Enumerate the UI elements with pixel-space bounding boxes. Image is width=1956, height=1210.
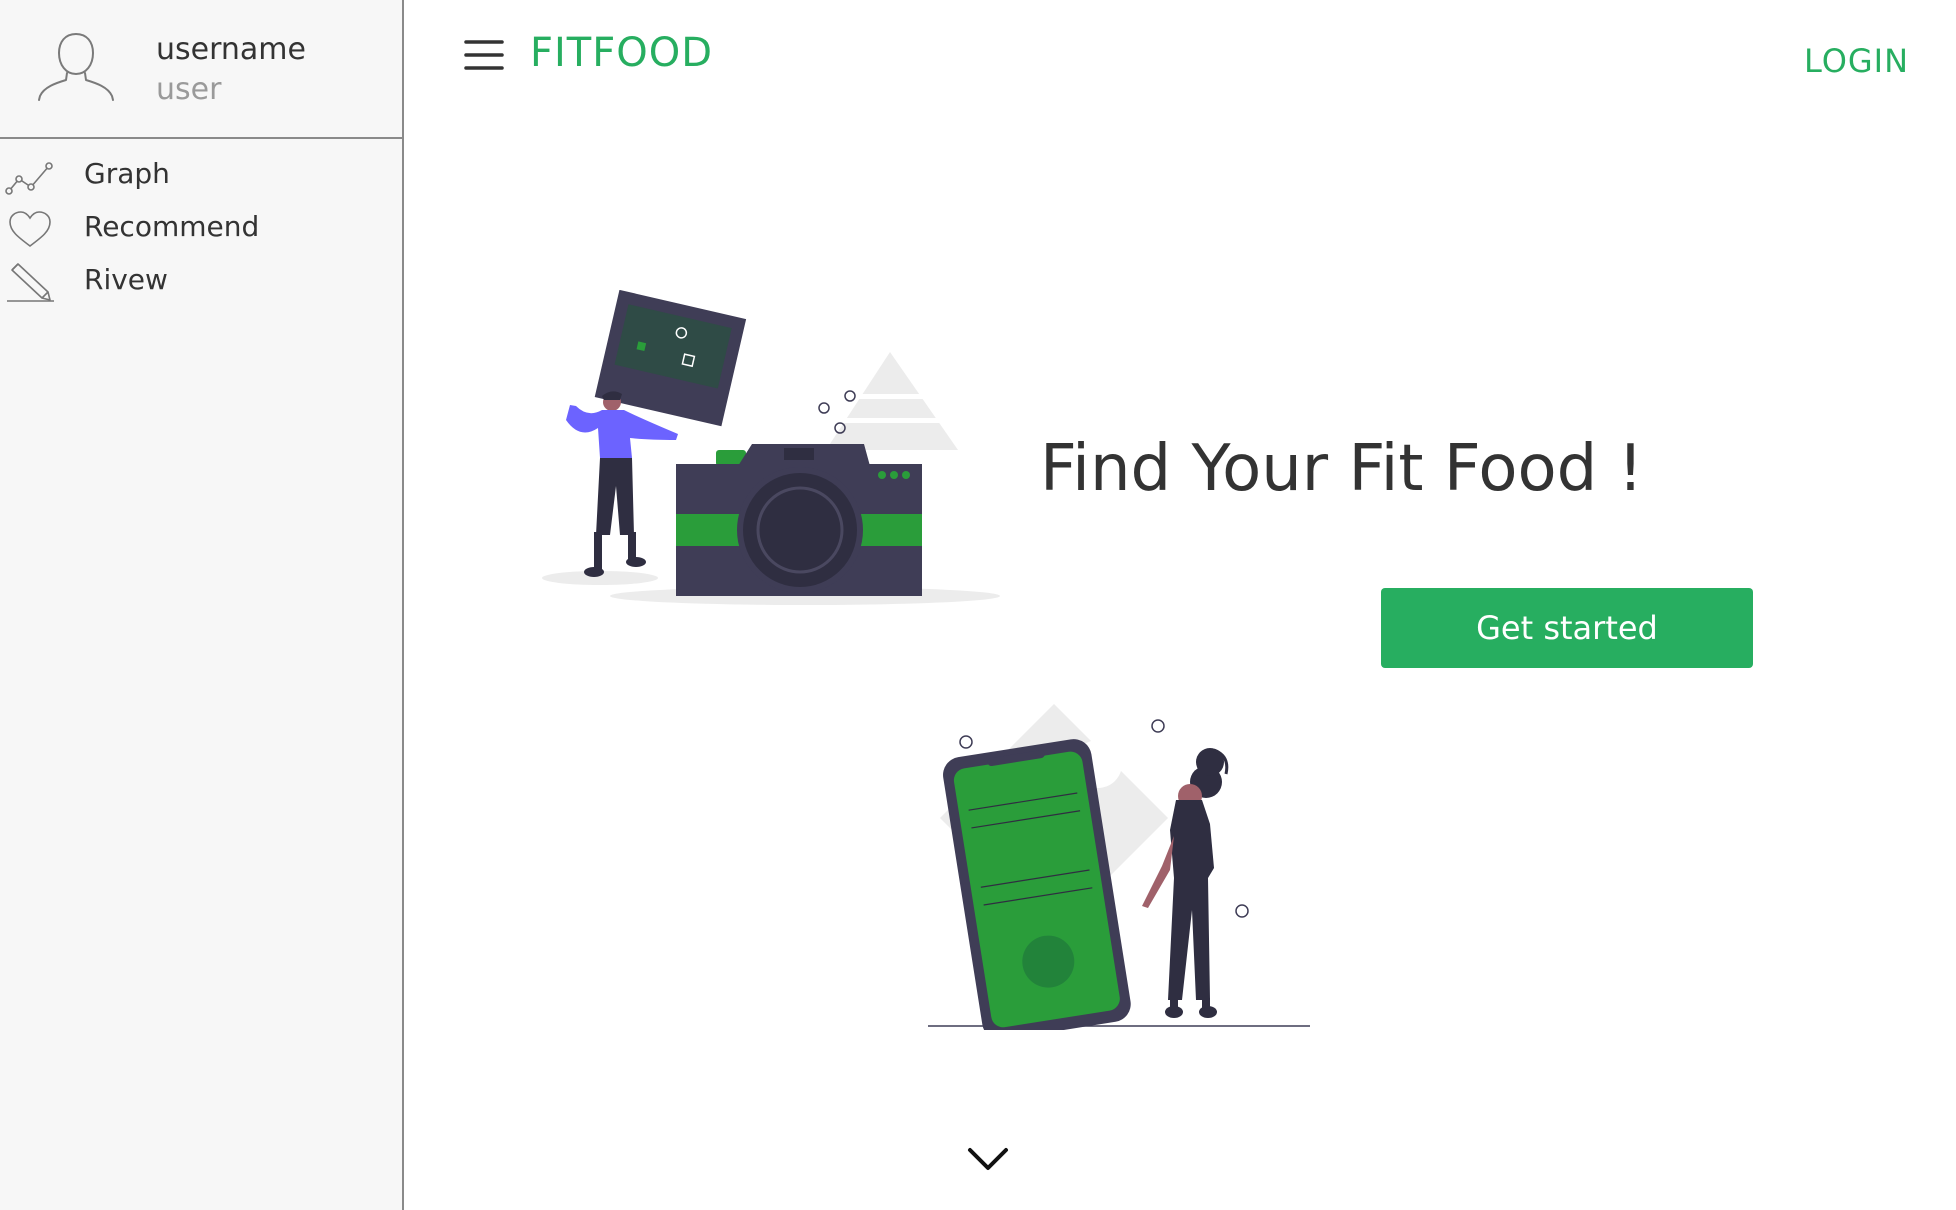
sidebar-nav: Graph Recommend Rivew: [0, 150, 402, 309]
login-link[interactable]: LOGIN: [1804, 42, 1909, 80]
hero-title: Find Your Fit Food !: [1040, 432, 1644, 506]
camera-illustration: [542, 290, 1000, 605]
chevron-down-icon[interactable]: [966, 1144, 1010, 1174]
user-avatar-icon: [38, 33, 114, 101]
sidebar-item-review[interactable]: Rivew: [0, 256, 402, 309]
hamburger-menu-icon[interactable]: [462, 36, 506, 74]
get-started-button[interactable]: Get started: [1381, 588, 1753, 668]
sidebar-item-recommend[interactable]: Recommend: [0, 203, 402, 256]
sidebar: username user Graph Recommend Rivew: [0, 0, 404, 1210]
profile-role: user: [156, 72, 222, 107]
sidebar-item-label: Graph: [84, 157, 170, 190]
graph-icon: [5, 162, 53, 195]
sidebar-item-label: Recommend: [84, 210, 260, 243]
sidebar-item-label: Rivew: [84, 263, 168, 296]
sidebar-item-graph[interactable]: Graph: [0, 150, 402, 203]
profile-username: username: [156, 32, 306, 67]
pencil-icon: [7, 263, 54, 302]
heart-icon: [9, 211, 51, 248]
phone-illustration: [928, 704, 1310, 1030]
brand-logo[interactable]: FITFOOD: [530, 30, 713, 76]
profile-section: username user: [0, 0, 402, 139]
